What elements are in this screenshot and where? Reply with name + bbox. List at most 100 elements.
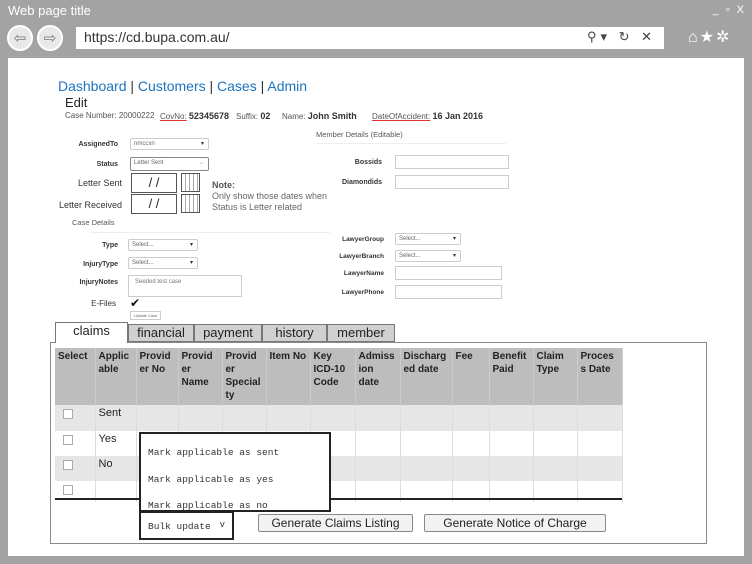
lawyer-name-label: LawyerName	[343, 270, 384, 277]
forward-button[interactable]: ⇨	[37, 25, 63, 51]
table-header-row: Select Applic able Provid er No Provid er N…	[55, 348, 623, 405]
table-row: Sent	[55, 405, 623, 431]
lawyer-name-input[interactable]	[395, 266, 502, 280]
status-value: Letter Sent	[134, 160, 164, 166]
row-checkbox[interactable]	[63, 435, 73, 445]
table-cell	[577, 405, 623, 431]
covno-value: 52345678	[188, 111, 229, 121]
back-button[interactable]: ⇦	[7, 25, 33, 51]
calendar-icon[interactable]	[181, 173, 200, 192]
case-number-label: Case Number:	[65, 111, 117, 120]
applicable-cell: Yes	[95, 431, 137, 456]
nav-admin[interactable]: Admin	[267, 78, 307, 94]
injury-type-label: InjuryType	[83, 261, 118, 268]
menu-item-mark-no[interactable]: Mark applicable as no	[148, 500, 268, 511]
row-checkbox[interactable]	[63, 460, 73, 470]
lawyer-branch-value: Select...	[399, 253, 421, 259]
generate-claims-listing-button[interactable]: Generate Claims Listing	[258, 514, 413, 532]
table-cell	[310, 405, 356, 431]
assigned-to-value: nmccxn	[134, 141, 155, 147]
type-label: Type	[102, 242, 118, 249]
nav-dashboard[interactable]: Dashboard	[58, 78, 127, 94]
row-checkbox[interactable]	[63, 485, 73, 495]
nav-cases[interactable]: Cases	[217, 78, 257, 94]
status-label: Status	[96, 161, 118, 168]
lawyer-group-select[interactable]: Select... ▾	[395, 233, 461, 245]
table-cell	[452, 456, 490, 481]
tab-member[interactable]: member	[327, 324, 395, 342]
main-nav: Dashboard | Customers | Cases | Admin	[58, 78, 307, 94]
note-title: Note:	[212, 180, 235, 190]
lawyer-branch-label: LawyerBranch	[339, 253, 384, 260]
table-cell	[266, 405, 311, 431]
select-cell	[55, 431, 96, 456]
note: Note: Only show those dates when Status is…	[212, 180, 327, 213]
table-cell	[533, 456, 578, 481]
table-cell	[178, 405, 223, 431]
status-select[interactable]: Letter Sent ⌄	[130, 157, 209, 171]
type-select[interactable]: Select... ▾	[128, 239, 198, 251]
dropdown-arrow-icon: ▾	[452, 253, 456, 259]
injury-type-value: Select...	[132, 260, 154, 266]
table-cell	[489, 456, 534, 481]
bulk-update-select[interactable]: Bulk update v	[139, 511, 234, 540]
address-bar[interactable]: https://cd.bupa.com.au/ ⚲▾ ↻ ✕	[76, 27, 664, 49]
table-cell	[489, 405, 534, 431]
date-of-accident: DateOfAccident: 16 Jan 2016	[372, 111, 483, 121]
url-text: https://cd.bupa.com.au/	[84, 29, 230, 45]
row-checkbox[interactable]	[63, 409, 73, 419]
name-value: John Smith	[307, 111, 357, 121]
table-cell	[355, 405, 401, 431]
table-cell	[355, 431, 401, 456]
table-cell	[533, 431, 578, 456]
case-number: Case Number: 20000222	[65, 111, 154, 120]
injury-type-select[interactable]: Select... ▾	[128, 257, 198, 269]
column-header: Discharg ed date	[400, 348, 453, 405]
lawyer-branch-select[interactable]: Select... ▾	[395, 250, 461, 262]
dropdown-arrow-icon: ▾	[189, 242, 193, 248]
nav-customers[interactable]: Customers	[138, 78, 206, 94]
lawyer-phone-input[interactable]	[395, 285, 502, 299]
tab-history[interactable]: history	[262, 324, 327, 342]
bossids-label: Bossids	[354, 159, 382, 166]
table-cell	[452, 431, 490, 456]
generate-notice-of-charge-button[interactable]: Generate Notice of Charge	[424, 514, 606, 532]
tab-financial[interactable]: financial	[128, 324, 194, 342]
tab-claims[interactable]: claims	[55, 322, 128, 343]
menu-item-mark-yes[interactable]: Mark applicable as yes	[148, 474, 273, 485]
lawyer-group-label: LawyerGroup	[342, 236, 384, 243]
bossids-input[interactable]	[395, 155, 509, 169]
menu-item-mark-sent[interactable]: Mark applicable as sent	[148, 447, 279, 458]
window-controls[interactable]: _ ▫ X	[713, 4, 746, 16]
efiles-label: E-Files	[91, 299, 116, 308]
search-refresh-stop-icons[interactable]: ⚲▾ ↻ ✕	[587, 29, 656, 45]
tab-payment[interactable]: payment	[194, 324, 262, 342]
member-name: Name: John Smith	[282, 111, 357, 121]
efiles-checkbox[interactable]: ✔	[130, 296, 140, 310]
case-number-value: 20000222	[118, 111, 155, 120]
covno-label: CovNo:	[160, 112, 187, 121]
column-header: Benefit Paid	[489, 348, 534, 405]
diamondids-input[interactable]	[395, 175, 509, 189]
dropdown-arrow-icon: ▾	[200, 141, 204, 147]
applicable-cell: No	[95, 456, 137, 481]
calendar-icon[interactable]	[181, 194, 200, 213]
home-star-gear-icons[interactable]: ⌂★✲	[688, 27, 731, 47]
nav-separator: |	[260, 78, 265, 94]
column-header: Proces s Date	[577, 348, 623, 405]
injury-notes-label: InjuryNotes	[79, 279, 118, 286]
column-header: Provid er No	[136, 348, 179, 405]
note-line: Status is Letter related	[212, 202, 303, 212]
note-line: Only show those dates when	[212, 191, 328, 201]
injury-notes-textarea[interactable]: Seeded test case	[128, 275, 242, 297]
column-header: Admiss ion date	[355, 348, 401, 405]
assigned-to-select[interactable]: nmccxn ▾	[130, 138, 209, 150]
letter-received-date-input[interactable]: / /	[131, 194, 177, 214]
nav-separator: |	[209, 78, 214, 94]
table-cell	[400, 456, 453, 481]
column-header: Fee	[452, 348, 490, 405]
bulk-update-value: Bulk update	[148, 521, 211, 532]
letter-sent-date-input[interactable]: / /	[131, 173, 177, 193]
table-cell	[452, 405, 490, 431]
update-case-button[interactable]: Update Case	[130, 311, 162, 320]
